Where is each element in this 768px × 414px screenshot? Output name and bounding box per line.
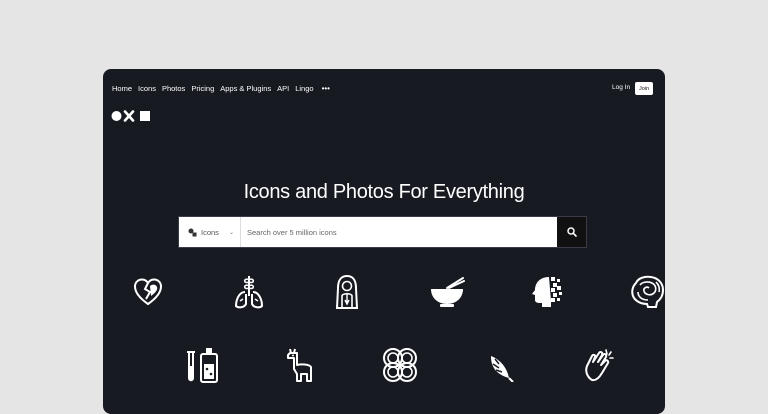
nav-lingo[interactable]: Lingo — [295, 84, 313, 93]
search-button[interactable] — [557, 217, 586, 247]
more-menu-icon[interactable]: ••• — [322, 84, 330, 93]
pixel-head-icon[interactable] — [531, 274, 565, 308]
search-bar: Icons ⌄ — [178, 216, 587, 248]
llama-icon[interactable] — [285, 347, 315, 383]
nav-apps-plugins[interactable]: Apps & Plugins — [220, 84, 271, 93]
join-button[interactable]: Join — [635, 82, 653, 95]
nav-home[interactable]: Home — [112, 84, 132, 93]
praying-woman-icon[interactable] — [334, 274, 360, 310]
nav-photos[interactable]: Photos — [162, 84, 185, 93]
test-tubes-icon[interactable] — [183, 346, 219, 384]
brain-icon[interactable] — [630, 275, 665, 309]
noodle-bowl-icon[interactable] — [429, 276, 465, 308]
login-link[interactable]: Log In — [612, 84, 630, 91]
browser-window: Home Icons Photos Pricing Apps & Plugins… — [103, 69, 665, 414]
nav-pricing[interactable]: Pricing — [191, 84, 214, 93]
lungs-plant-icon[interactable] — [232, 274, 266, 310]
clapping-hands-icon[interactable] — [582, 347, 618, 383]
nav-api[interactable]: API — [277, 84, 289, 93]
top-nav: Home Icons Photos Pricing Apps & Plugins… — [112, 84, 330, 93]
nav-icons[interactable]: Icons — [138, 84, 156, 93]
broken-heart-icon[interactable] — [133, 277, 163, 307]
search-type-label: Icons — [201, 227, 219, 237]
search-input[interactable] — [241, 217, 557, 247]
chevron-down-icon: ⌄ — [228, 229, 234, 236]
monstera-leaf-icon[interactable] — [487, 350, 515, 382]
search-type-select[interactable]: Icons ⌄ — [179, 217, 241, 247]
search-icon — [566, 227, 577, 237]
knot-pattern-icon[interactable] — [381, 346, 419, 384]
icons-type-icon — [188, 228, 197, 236]
page-title: Icons and Photos For Everything — [243, 181, 525, 203]
logo-icon[interactable] — [111, 110, 155, 122]
